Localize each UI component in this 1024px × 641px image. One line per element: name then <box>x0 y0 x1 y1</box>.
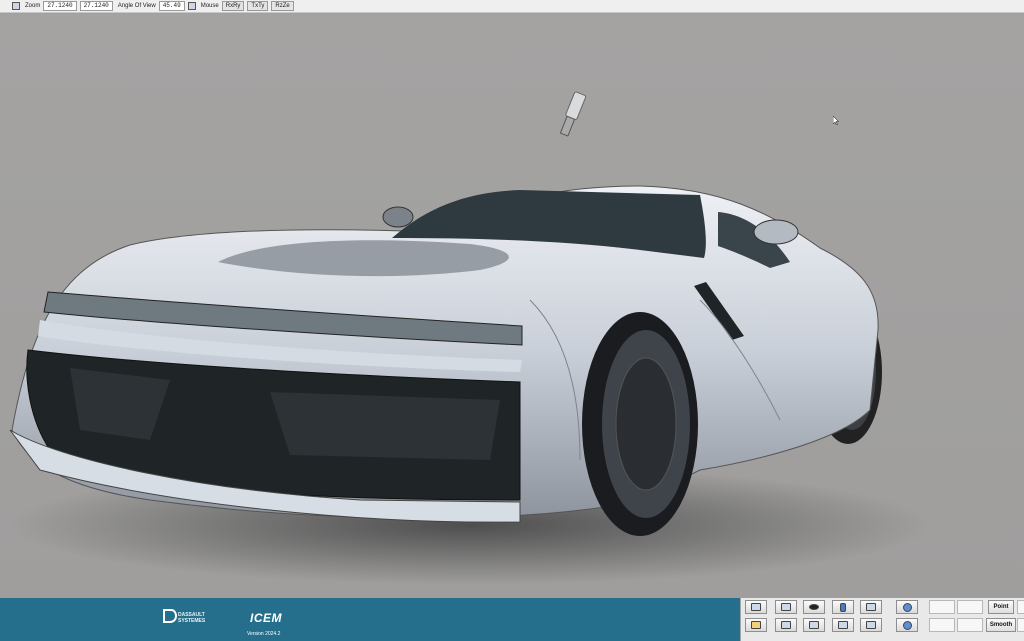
globe-settings-icon <box>902 620 912 630</box>
axes-icon <box>781 603 791 611</box>
zoom-field-1[interactable]: 27.1240 <box>43 1 77 11</box>
angle-of-view-field[interactable]: 45.49 <box>158 1 185 11</box>
empty-slot-2[interactable] <box>957 600 983 614</box>
smooth-button[interactable]: Smooth <box>986 618 1016 632</box>
folder-icon <box>751 621 761 629</box>
car-3d-model[interactable] <box>0 14 1024 598</box>
zoom-field-2[interactable]: 27.1240 <box>79 1 113 11</box>
product-logo: ICEM <box>250 611 282 625</box>
person-icon <box>840 602 846 612</box>
ds-logo-icon <box>163 609 178 623</box>
mouse-txty-button[interactable]: TxTy <box>247 1 269 11</box>
empty-slot-4[interactable] <box>929 618 955 632</box>
camera-icon <box>809 621 819 629</box>
empty-slot-6[interactable] <box>1017 618 1024 632</box>
tool-panel: Point Smooth <box>740 598 1024 641</box>
hierarchy-button[interactable] <box>832 600 854 614</box>
globe-icon <box>902 602 912 612</box>
mouse-label: Mouse <box>200 3 219 9</box>
open-folder-button[interactable] <box>745 618 767 632</box>
snapshot-button[interactable] <box>803 618 825 632</box>
mouse-mode-icon[interactable] <box>187 2 196 10</box>
move-button[interactable] <box>775 618 797 632</box>
link-button[interactable] <box>832 618 854 632</box>
eye-icon <box>809 604 819 610</box>
move-icon <box>781 621 791 629</box>
grid-icon <box>866 621 876 629</box>
globe-button[interactable] <box>896 600 918 614</box>
window-icon <box>866 603 876 611</box>
company-name: DASSAULT SYSTEMES <box>178 612 206 624</box>
link-icon <box>838 621 848 629</box>
empty-slot-3[interactable] <box>1017 600 1024 614</box>
dassault-logo: DASSAULT SYSTEMES <box>163 608 217 626</box>
view-frame-icon <box>751 603 761 611</box>
viewer-mode-icon[interactable] <box>12 2 20 10</box>
angle-of-view-label: Angle Of View <box>117 3 156 9</box>
empty-slot-1[interactable] <box>929 600 955 614</box>
point-button[interactable]: Point <box>988 600 1014 614</box>
3d-viewport[interactable] <box>0 14 1024 598</box>
view-frame-button[interactable] <box>745 600 767 614</box>
zoom-label: Zoom <box>25 3 41 9</box>
empty-slot-5[interactable] <box>957 618 983 632</box>
window-button[interactable] <box>860 600 882 614</box>
visibility-button[interactable] <box>803 600 825 614</box>
mouse-cursor-icon <box>833 116 839 125</box>
version-label: Version 2024.2 <box>247 631 281 637</box>
render-globe-button[interactable] <box>896 618 918 632</box>
viewer-toolbar: Zoom 27.1240 27.1240 Angle Of View 45.49… <box>0 0 1024 13</box>
branding-bar: DASSAULT SYSTEMES ICEM Version 2024.2 <box>0 598 740 641</box>
grid-button[interactable] <box>860 618 882 632</box>
axes-button[interactable] <box>775 600 797 614</box>
mouse-rxry-button[interactable]: RxRy <box>221 1 245 11</box>
mouse-rzze-button[interactable]: RzZe <box>271 1 294 11</box>
